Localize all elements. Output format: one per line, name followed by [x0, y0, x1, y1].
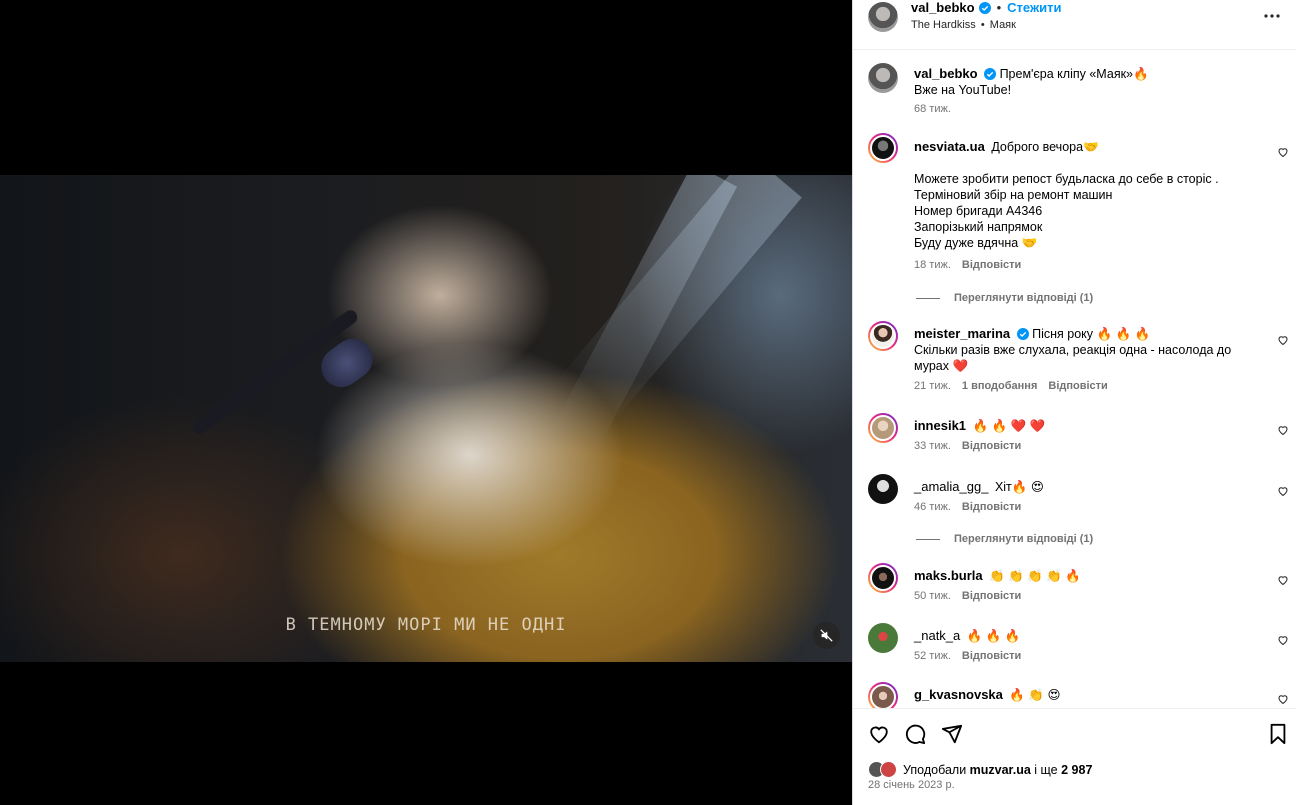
like-comment-heart-icon[interactable] — [1277, 634, 1289, 646]
audio-artist[interactable]: The Hardkiss — [911, 19, 976, 31]
post-date: 28 січень 2023 р. — [868, 779, 955, 791]
comment-text: 🔥 🔥 ❤️ ❤️ — [972, 419, 1046, 433]
view-replies-label: Переглянути відповіді (1) — [954, 292, 1094, 304]
view-replies-button[interactable]: Переглянути відповіді (1) — [916, 292, 1093, 304]
liker-avatar — [880, 761, 897, 778]
comment-time: 50 тиж. — [914, 590, 951, 602]
liked-by-prefix: Уподобали — [903, 762, 967, 777]
comment-avatar[interactable] — [868, 563, 898, 593]
liked-count[interactable]: 2 987 — [1061, 763, 1092, 777]
comment-time: 18 тиж. — [914, 259, 951, 271]
post-panel: val_bebko • Стежити The Hardkiss • Маяк … — [852, 0, 1296, 805]
like-comment-heart-icon[interactable] — [1277, 574, 1289, 586]
caption-username[interactable]: val_bebko — [914, 66, 978, 81]
verified-icon — [1016, 328, 1029, 340]
follow-button[interactable]: Стежити — [1007, 0, 1061, 15]
liker-avatars — [868, 761, 897, 778]
like-comment-heart-icon[interactable] — [1277, 424, 1289, 436]
comment-text: 👏 👏 👏 👏 🔥 — [989, 569, 1081, 583]
comments-list[interactable]: val_bebko Прем'єра кліпу «Маяк»🔥 Вже на … — [853, 50, 1296, 708]
share-icon[interactable] — [941, 723, 963, 745]
comment-text: Пісня року 🔥 🔥 🔥 — [1032, 327, 1151, 341]
more-options-icon[interactable] — [1262, 6, 1282, 26]
comment-time: 21 тиж. — [914, 380, 951, 392]
comment-time: 46 тиж. — [914, 501, 951, 513]
comment-time: 52 тиж. — [914, 650, 951, 662]
separator-dot: • — [996, 0, 1002, 15]
caption-line2: Вже на YouTube! — [914, 83, 1012, 97]
reply-button[interactable]: Відповісти — [962, 259, 1021, 271]
bookmark-icon[interactable] — [1268, 723, 1288, 745]
like-comment-heart-icon[interactable] — [1277, 146, 1289, 158]
caption-avatar[interactable] — [868, 63, 898, 93]
comment-avatar[interactable] — [868, 321, 898, 351]
mute-icon — [820, 629, 833, 642]
comment-text: Доброго вечора🤝 — [991, 140, 1099, 154]
like-comment-heart-icon[interactable] — [1277, 485, 1289, 497]
video-player[interactable]: В ТЕМНОМУ МОРІ МИ НЕ ОДНІ — [0, 175, 852, 662]
comment-avatar[interactable] — [868, 623, 898, 653]
comment-text: 🔥 🔥 🔥 — [966, 629, 1021, 643]
comment-time: 33 тиж. — [914, 440, 951, 452]
reply-button[interactable]: Відповісти — [962, 501, 1021, 513]
audio-info[interactable]: The Hardkiss • Маяк — [911, 19, 1016, 31]
mute-button[interactable] — [813, 622, 840, 649]
verified-icon — [978, 1, 991, 14]
comment-text: 🔥 👏 😍 — [1009, 688, 1061, 702]
comment-text-line: Можете зробити репост будьласка до себе … — [914, 172, 1219, 186]
verified-icon — [984, 68, 997, 80]
comment-text-line: Скільки разів вже слухала, реакція одна … — [914, 343, 1232, 373]
heart-icon[interactable] — [868, 723, 890, 745]
reply-button[interactable]: Відповісти — [962, 650, 1021, 662]
author-username[interactable]: val_bebko — [911, 0, 975, 15]
caption-time: 68 тиж. — [914, 103, 951, 115]
comment-text-line: Буду дуже вдячна 🤝 — [914, 236, 1038, 250]
likes-summary[interactable]: Уподобали muzvar.ua і ще 2 987 — [868, 761, 1092, 778]
comment-avatar[interactable] — [868, 682, 898, 708]
comment-text: Хіт🔥 😍 — [994, 480, 1044, 494]
video-lyrics-subtitle: В ТЕМНОМУ МОРІ МИ НЕ ОДНІ — [285, 615, 567, 635]
comment-username[interactable]: _amalia_gg_ — [914, 479, 988, 494]
comment-username[interactable]: nesviata.ua — [914, 139, 985, 154]
post-actions: Уподобали muzvar.ua і ще 2 987 28 січень… — [853, 708, 1296, 805]
comment-username[interactable]: _natk_a — [914, 628, 960, 643]
comment-username[interactable]: innesik1 — [914, 418, 966, 433]
comment-likes[interactable]: 1 вподобання — [962, 380, 1037, 392]
comment-avatar[interactable] — [868, 413, 898, 443]
liked-by-suffix: і ще — [1034, 762, 1058, 777]
comment-username[interactable]: meister_marina — [914, 326, 1010, 341]
like-comment-heart-icon[interactable] — [1277, 334, 1289, 346]
reply-button[interactable]: Відповісти — [962, 440, 1021, 452]
comment-username[interactable]: maks.burla — [914, 568, 983, 583]
replies-divider — [916, 297, 940, 299]
comment-username[interactable]: g_kvasnovska — [914, 687, 1003, 702]
comment-avatar[interactable] — [868, 474, 898, 504]
post-header: val_bebko • Стежити The Hardkiss • Маяк — [853, 0, 1296, 50]
comment-text-line: Запорізький напрямок — [914, 220, 1043, 234]
comment-icon[interactable] — [904, 723, 926, 745]
media-area: В ТЕМНОМУ МОРІ МИ НЕ ОДНІ — [0, 0, 852, 805]
reply-button[interactable]: Відповісти — [1048, 380, 1107, 392]
like-comment-heart-icon[interactable] — [1277, 693, 1289, 705]
author-avatar[interactable] — [868, 2, 898, 32]
separator-dot: • — [980, 19, 985, 31]
comment-avatar[interactable] — [868, 133, 898, 163]
comment-text-line: Терміновий збір на ремонт машин — [914, 188, 1113, 202]
reply-button[interactable]: Відповісти — [962, 590, 1021, 602]
view-replies-button[interactable]: Переглянути відповіді (1) — [916, 533, 1093, 545]
caption-line1: Прем'єра кліпу «Маяк»🔥 — [999, 67, 1149, 81]
audio-song[interactable]: Маяк — [990, 19, 1016, 31]
replies-divider — [916, 538, 940, 540]
liked-by-user[interactable]: muzvar.ua — [970, 763, 1031, 777]
view-replies-label: Переглянути відповіді (1) — [954, 533, 1094, 545]
comment-text-line: Номер бригади А4346 — [914, 204, 1043, 218]
